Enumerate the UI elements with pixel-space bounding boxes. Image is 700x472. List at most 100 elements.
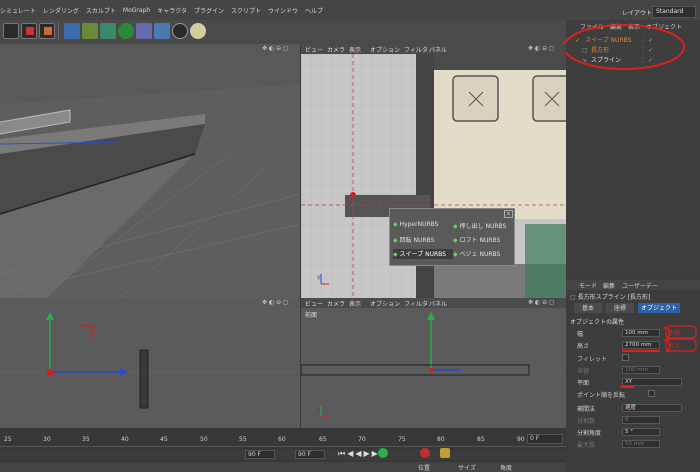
viewport-controls[interactable]: ✥ ◐ ⊖ ◻ (528, 299, 554, 306)
timeline-tick: 25 (4, 436, 12, 443)
pen-icon[interactable] (82, 23, 98, 39)
side-view-scene (0, 312, 300, 409)
cloner-icon[interactable] (118, 23, 134, 39)
play-icon[interactable] (378, 448, 388, 458)
camera-icon[interactable] (172, 23, 188, 39)
timeline-tick: 45 (160, 436, 168, 443)
attribute-title: ▢ 長方形スプライン [長方形] (570, 294, 651, 301)
vp-menu-panel[interactable]: パネル (429, 299, 447, 308)
current-frame-field[interactable]: 0 F (527, 434, 563, 444)
vp-menu-display[interactable]: 表示 (349, 299, 361, 308)
timeline-tick: 30 (43, 436, 51, 443)
menu-render[interactable]: レンダリング (43, 6, 79, 15)
am-menu-edit[interactable]: 編集 (603, 281, 615, 290)
maxlength-label: 最大長 (577, 442, 596, 449)
timeline-tick: 55 (239, 436, 247, 443)
menu-sculpt[interactable]: スカルプト (86, 6, 116, 15)
svg-text:Y: Y (316, 275, 321, 282)
vp-menu-filter[interactable]: フィルタ (404, 299, 428, 308)
am-menu-mode[interactable]: モード (579, 281, 597, 290)
timeline-tick: 70 (358, 436, 366, 443)
vp-menu-view[interactable]: ビュー (305, 45, 323, 54)
menu-mograph[interactable]: MoGraph (123, 7, 150, 14)
menu-simulate[interactable]: シミュレート (0, 6, 36, 15)
height-label: 高さ (577, 343, 590, 350)
layout-select[interactable]: Standard (652, 6, 696, 18)
coord-rotation-label: 角度 (500, 465, 513, 472)
plane-label: 平面 (577, 380, 590, 387)
plane-select[interactable]: XY (622, 378, 682, 386)
subdivision-icon[interactable] (100, 23, 116, 39)
vp-menu-filter[interactable]: フィルタ (404, 45, 428, 54)
angle-label: 分割角度 (577, 430, 602, 437)
popup-bezier-nurbs[interactable]: ◆ ベジェ NURBS (453, 249, 513, 259)
viewport-front[interactable]: 前面 Y (300, 308, 566, 428)
nurbs-popup: × ◆ HyperNURBS ◆ 押し出し NURBS ◆ 回転 NURBS ◆… (389, 208, 515, 266)
toolbar (0, 20, 566, 44)
popup-hypernurbs[interactable]: ◆ HyperNURBS (393, 221, 453, 231)
reverse-label: ポイント順を反転 (577, 392, 626, 399)
record-icon[interactable] (420, 448, 430, 458)
perspective-scene (0, 44, 300, 298)
timeline-tick: 50 (200, 436, 208, 443)
am-menu-userdata[interactable]: ユーザーデー (622, 281, 658, 290)
render-settings-icon[interactable] (39, 23, 55, 39)
vp-menu-options[interactable]: オプション (370, 45, 400, 54)
timeline-tick: 60 (278, 436, 286, 443)
vp-menu-options[interactable]: オプション (370, 299, 400, 308)
maxlength-field[interactable]: 50 mm (622, 440, 660, 448)
cube-icon[interactable] (64, 23, 80, 39)
viewport-perspective[interactable] (0, 44, 300, 298)
am-tab-basic[interactable]: 基本 (574, 303, 602, 313)
am-tab-object[interactable]: オブジェクト (638, 303, 680, 313)
light-icon[interactable] (190, 23, 206, 39)
am-tab-coord[interactable]: 座標 (606, 303, 634, 313)
autokey-icon[interactable] (440, 448, 450, 458)
reverse-checkbox[interactable] (648, 390, 655, 397)
viewport-controls[interactable]: ✥ ◐ ⊖ ◻ (262, 45, 288, 52)
end-frame-field[interactable]: 90 F (245, 450, 275, 459)
menu-window[interactable]: ウインドウ (268, 6, 298, 15)
interpolation-label: 補間法 (577, 406, 596, 413)
vp-menu-panel[interactable]: パネル (429, 45, 447, 54)
fillet-checkbox[interactable] (622, 354, 629, 361)
front-view-label: 前面 (305, 312, 318, 319)
radius-label: 半径 (577, 368, 590, 375)
timeline-tick: 65 (319, 436, 327, 443)
menu-help[interactable]: ヘルプ (305, 6, 323, 15)
viewport-controls[interactable]: ✥ ◐ ⊖ ◻ (528, 45, 554, 52)
interpolation-select[interactable]: 適度 (622, 404, 682, 412)
menu-character[interactable]: キャラクタ (157, 6, 187, 15)
spline-icon: ▢ (570, 294, 576, 301)
menu-script[interactable]: スクリプト (231, 6, 261, 15)
popup-lathe-nurbs[interactable]: ◆ 回転 NURBS (393, 235, 453, 245)
radius-field[interactable]: 100 mm (622, 366, 660, 374)
vp-menu-view[interactable]: ビュー (305, 299, 323, 308)
viewport-controls[interactable]: ✥ ◐ ⊖ ◻ (262, 299, 288, 306)
red-annotation-marks (622, 325, 697, 353)
fillet-label: フィレット (577, 356, 607, 363)
menu-plugins[interactable]: プラグイン (194, 6, 224, 15)
popup-extrude-nurbs[interactable]: ◆ 押し出し NURBS (453, 221, 513, 231)
vp-menu-display[interactable]: 表示 (349, 45, 361, 54)
vp-menu-camera[interactable]: カメラ (327, 299, 345, 308)
render-view-icon[interactable] (3, 23, 19, 39)
viewport-side[interactable] (0, 298, 300, 428)
menu-bar: シミュレート レンダリング スカルプト MoGraph キャラクタ プラグイン … (0, 0, 566, 20)
deformer-icon[interactable] (136, 23, 152, 39)
subdivision-field[interactable]: 8 (622, 416, 660, 424)
scene-icon[interactable] (154, 23, 170, 39)
timeline-tick: 35 (82, 436, 90, 443)
viewport-header-top: ビュー カメラ 表示 オプション フィルタ パネル (301, 44, 566, 54)
svg-text:Y: Y (316, 407, 321, 414)
width-label: 幅 (577, 331, 584, 338)
layout-label: レイアウト: (622, 10, 655, 17)
angle-field[interactable]: 5 ° (622, 428, 660, 436)
popup-loft-nurbs[interactable]: ◆ ロフト NURBS (453, 235, 513, 245)
timeline-tick: 40 (121, 436, 129, 443)
popup-sweep-nurbs[interactable]: ◆ スイープ NURBS (393, 249, 453, 259)
vp-menu-camera[interactable]: カメラ (327, 45, 345, 54)
max-frame-field[interactable]: 90 F (295, 450, 325, 459)
render-picture-icon[interactable] (21, 23, 37, 39)
close-icon[interactable]: × (504, 210, 513, 218)
